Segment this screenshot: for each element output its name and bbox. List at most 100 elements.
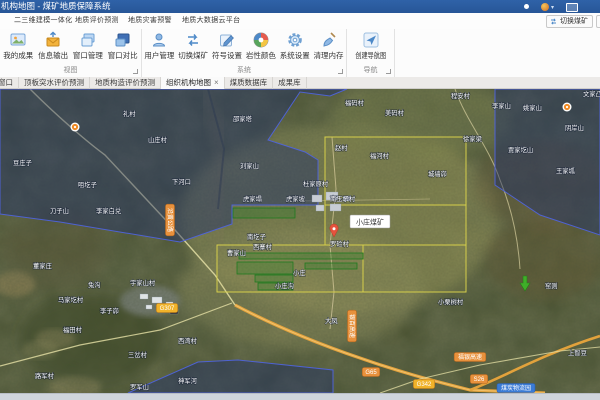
map-place-label: 西寨村 xyxy=(253,242,273,251)
map-place-label: 宇家山村 xyxy=(130,278,156,287)
app-window: 机构地图 - 煤矿地质保障系统 ▾ 二三维建模一体化 地质评价预测 地质灾害预警… xyxy=(0,0,600,400)
cut-off-button[interactable] xyxy=(596,15,600,28)
theme-icon[interactable] xyxy=(541,3,549,11)
ribbon-button-label: 窗口管理 xyxy=(73,50,103,61)
map-place-label: 三岔村 xyxy=(128,350,148,359)
ribbon-button-create-navmap[interactable]: 创建导航图 xyxy=(354,31,387,61)
doc-tab-4[interactable]: 煤质数据库 xyxy=(225,77,274,89)
map-marker-dot-orange[interactable] xyxy=(71,123,80,132)
doc-tab-label: 成果库 xyxy=(278,77,301,89)
doc-tab-label: 顶板突水评价预测 xyxy=(24,77,84,89)
road-label-pill: G307 xyxy=(156,304,177,313)
status-bar xyxy=(0,393,600,400)
ribbon-tab-evaluation[interactable]: 地质评价预测 xyxy=(75,13,119,29)
map-place-label: 城墙峁 xyxy=(428,169,447,178)
svg-text:G65: G65 xyxy=(365,370,377,376)
map-place-label: 王家坬 xyxy=(556,166,576,175)
switch-mine-button-top[interactable]: 切换煤矿 xyxy=(546,15,593,28)
map-place-label: 赵村 xyxy=(335,143,348,152)
svg-text:S26: S26 xyxy=(474,377,485,383)
ribbon-button-label: 用户管理 xyxy=(144,50,174,61)
map-place-label: 马家圪村 xyxy=(58,295,84,304)
ribbon-button-window-manage[interactable]: 窗口管理 xyxy=(71,31,104,61)
title-bar: 机构地图 - 煤矿地质保障系统 ▾ xyxy=(0,0,600,13)
ribbon-tab-disaster[interactable]: 地质灾害预警 xyxy=(128,13,172,29)
map-place-label: 李家白兑 xyxy=(96,206,122,215)
ribbon-button-label: 清理内存 xyxy=(314,50,344,61)
ribbon-group-view: 我的成果信息输出窗口管理窗口对比 视图 xyxy=(0,29,142,77)
map-place-label: 南圪子 xyxy=(247,232,266,241)
ribbon-button-switch-mine[interactable]: 切换煤矿 xyxy=(177,31,210,61)
map-viewport[interactable]: 小庄煤矿 礼村山庄村豆庄子下河口咀圪子刀子山李家白兑董家庄兔沟宇家山村马家圪村李… xyxy=(0,89,600,393)
map-place-label: 上智豆 xyxy=(568,348,587,357)
dialog-launcher-icon[interactable] xyxy=(133,69,138,74)
ribbon-button-clear-memory[interactable]: 清理内存 xyxy=(312,31,345,61)
map-place-label: 罗军山 xyxy=(130,382,149,391)
map-place-label: 刀子山 xyxy=(50,206,69,215)
map-place-label: 西湾村 xyxy=(178,336,198,345)
group-label: 系统 xyxy=(142,66,346,77)
doc-tab-3[interactable]: 组织机构地图× xyxy=(161,77,225,89)
map-place-label: 福田村 xyxy=(63,325,83,334)
dialog-launcher-icon[interactable] xyxy=(338,69,343,74)
svg-text:福银高速: 福银高速 xyxy=(458,353,482,361)
svg-text:G342: G342 xyxy=(417,382,432,388)
ribbon-button-window-compare[interactable]: 窗口对比 xyxy=(106,31,139,61)
ribbon-group-nav: 创建导航图 导航 xyxy=(347,29,395,77)
windows-icon xyxy=(79,31,97,49)
map-place-label: 小庄沟 xyxy=(275,281,294,290)
ribbon-button-my-results[interactable]: 我的成果 xyxy=(2,31,35,61)
doc-tab-0[interactable]: 窗口 xyxy=(0,77,19,89)
map-place-label: 咀圪子 xyxy=(78,180,97,189)
map-place-label: 李子峁 xyxy=(100,306,119,315)
road-label-pill: 沿黄公路 xyxy=(166,204,175,236)
ribbon-button-user-manage[interactable]: 用户管理 xyxy=(143,31,176,61)
map-place-label: 窑则 xyxy=(545,281,558,290)
compare-icon xyxy=(114,31,132,49)
ribbon-button-label: 岩性颜色 xyxy=(246,50,276,61)
map-place-label: 贾家圪山 xyxy=(508,145,533,154)
ribbon-button-system-settings[interactable]: 系统设置 xyxy=(278,31,311,61)
ribbon-button-info-output[interactable]: 信息输出 xyxy=(37,31,70,61)
map-marker-dot-orange[interactable] xyxy=(563,103,572,112)
ribbon-button-lithology-colors[interactable]: 岩性颜色 xyxy=(244,31,277,61)
ribbon-button-label: 窗口对比 xyxy=(108,50,138,61)
ribbon-button-label: 创建导航图 xyxy=(355,50,386,61)
doc-tab-label: 窗口 xyxy=(0,77,13,89)
svg-text:沿黄公路: 沿黄公路 xyxy=(166,208,174,232)
close-icon[interactable]: × xyxy=(214,78,219,88)
map-place-label: 董家庄 xyxy=(33,261,52,270)
map-place-label: 下河口 xyxy=(172,178,191,186)
map-place-label: 福码村 xyxy=(345,98,365,107)
map-canvas[interactable]: 小庄煤矿 礼村山庄村豆庄子下河口咀圪子刀子山李家白兑董家庄兔沟宇家山村马家圪村李… xyxy=(0,89,600,393)
doc-tab-5[interactable]: 成果库 xyxy=(273,77,307,89)
map-place-label: 文家凸 xyxy=(583,89,600,98)
swap-icon xyxy=(549,17,558,26)
map-place-label: 曹家山 xyxy=(227,248,246,257)
map-place-label: 美码村 xyxy=(385,108,405,117)
ribbon-button-label: 符号设置 xyxy=(212,50,242,61)
road-label-pill: S26 xyxy=(470,375,487,384)
gear-icon xyxy=(286,31,304,49)
ribbon-tab-modeling[interactable]: 二三维建模一体化 xyxy=(14,13,72,29)
road-label-pill: G342 xyxy=(413,380,434,389)
doc-tab-2[interactable]: 地质构造评价预测 xyxy=(90,77,161,89)
doc-tab-1[interactable]: 顶板突水评价预测 xyxy=(19,77,90,89)
map-place-label: 路军村 xyxy=(35,371,55,380)
map-place-label: 罗硷村 xyxy=(330,239,350,248)
ribbon: 我的成果信息输出窗口管理窗口对比 视图 用户管理切换煤矿符号设置岩性颜色系统设置… xyxy=(0,29,600,78)
window-restore-icon[interactable] xyxy=(566,3,578,12)
ribbon-button-label: 系统设置 xyxy=(280,50,310,61)
map-place-label: 杜家原村 xyxy=(303,179,329,188)
export-icon xyxy=(44,31,62,49)
doc-tab-label: 煤质数据库 xyxy=(230,77,268,89)
map-place-label: 兔沟 xyxy=(88,280,101,289)
ribbon-button-label: 信息输出 xyxy=(38,50,68,61)
navmap-icon xyxy=(362,31,380,49)
window-title: 机构地图 - 煤矿地质保障系统 xyxy=(1,0,111,13)
dialog-launcher-icon[interactable] xyxy=(386,69,391,74)
ribbon-button-symbol-settings[interactable]: 符号设置 xyxy=(211,31,244,61)
ribbon-tab-bigdata[interactable]: 地质大数据云平台 xyxy=(182,13,240,29)
image-icon xyxy=(9,31,27,49)
ribbon-tab-row: 二三维建模一体化 地质评价预测 地质灾害预警 地质大数据云平台 切换煤矿 xyxy=(0,13,600,30)
